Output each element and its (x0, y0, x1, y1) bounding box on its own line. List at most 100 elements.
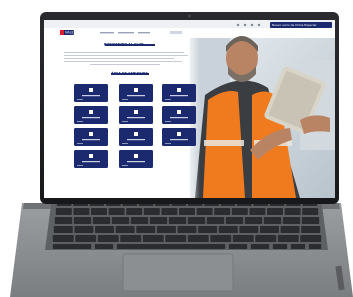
tile-label-line (127, 95, 145, 97)
key[interactable] (198, 226, 218, 233)
key[interactable] (52, 244, 92, 249)
key[interactable] (130, 217, 149, 224)
key[interactable] (142, 235, 164, 242)
tile-label-line (127, 161, 145, 163)
key[interactable] (300, 235, 322, 242)
key[interactable] (52, 235, 74, 242)
key[interactable] (179, 208, 195, 215)
key[interactable] (210, 235, 232, 242)
key[interactable] (187, 235, 209, 242)
tile-meta-line (122, 165, 128, 166)
key[interactable] (301, 217, 320, 224)
key[interactable] (250, 244, 270, 249)
header-button-label[interactable]: Nuevo socio de Clima Especial (272, 23, 316, 27)
tools-icon (89, 110, 93, 114)
key[interactable] (249, 208, 266, 215)
key[interactable] (156, 226, 176, 233)
tile-label-line (127, 117, 145, 119)
key[interactable] (75, 235, 97, 242)
key[interactable] (302, 208, 319, 215)
people-icon (89, 88, 93, 92)
key[interactable] (231, 208, 248, 215)
tile-meta-line (77, 121, 83, 122)
key[interactable] (111, 217, 130, 224)
key[interactable] (161, 208, 178, 215)
key[interactable] (214, 208, 231, 215)
key[interactable] (196, 208, 213, 215)
tile-label-line (82, 95, 100, 97)
key[interactable] (187, 217, 206, 224)
tile-label-line (170, 95, 188, 97)
key[interactable] (206, 217, 225, 224)
key[interactable] (267, 208, 283, 215)
key[interactable] (115, 226, 135, 233)
laptop-scene (10, 12, 353, 297)
tile-meta-line (77, 99, 83, 100)
key[interactable] (92, 217, 111, 224)
tile-label-line (170, 139, 188, 141)
chart-icon (177, 110, 181, 114)
key[interactable] (91, 208, 107, 215)
key[interactable] (255, 235, 277, 242)
key[interactable] (97, 235, 119, 242)
key[interactable] (177, 226, 197, 233)
tile-label-line (82, 117, 100, 119)
tile-meta-line (77, 165, 83, 166)
key[interactable] (143, 208, 160, 215)
key[interactable] (53, 226, 73, 233)
space-key[interactable] (116, 244, 226, 249)
tile-meta-line (77, 143, 83, 144)
key[interactable] (259, 226, 279, 233)
key[interactable] (284, 208, 301, 215)
key[interactable] (136, 226, 156, 233)
key[interactable] (168, 217, 187, 224)
key[interactable] (228, 244, 248, 249)
tile-meta-line (165, 143, 171, 144)
tile-meta-line (122, 99, 128, 100)
key[interactable] (244, 217, 263, 224)
route-icon (134, 132, 138, 136)
key[interactable] (263, 217, 282, 224)
key[interactable] (73, 208, 90, 215)
key[interactable] (54, 217, 73, 224)
key[interactable] (308, 244, 322, 249)
key[interactable] (290, 244, 306, 249)
key[interactable] (94, 244, 114, 249)
tile-label-line (82, 161, 100, 163)
webcam (188, 14, 191, 18)
services-heading-text: ÁREA DE SERVICIOS (111, 71, 148, 75)
key[interactable] (282, 217, 301, 224)
tile-meta-line (165, 121, 171, 122)
key[interactable] (225, 217, 244, 224)
key[interactable] (74, 226, 94, 233)
key[interactable] (149, 217, 168, 224)
key[interactable] (120, 235, 142, 242)
welcome-heading: BIENVENIDO AL CLUB (104, 42, 144, 46)
tile-meta-line (122, 121, 128, 122)
key[interactable] (232, 235, 254, 242)
site-header (44, 28, 335, 38)
shield-icon (177, 132, 181, 136)
box-icon (134, 110, 138, 114)
key[interactable] (126, 208, 143, 215)
key[interactable] (108, 208, 125, 215)
tile-meta-line (122, 143, 128, 144)
key[interactable] (73, 217, 92, 224)
key[interactable] (239, 226, 259, 233)
key[interactable] (277, 235, 299, 242)
key[interactable] (165, 235, 187, 242)
tile-label-line (170, 117, 188, 119)
key[interactable] (95, 226, 115, 233)
key[interactable] (272, 244, 288, 249)
document-icon (134, 88, 138, 92)
key[interactable] (55, 208, 72, 215)
site-logo-text[interactable]: VALE (65, 30, 74, 35)
tile-meta-line (165, 99, 171, 100)
key[interactable] (280, 226, 300, 233)
truck-icon (89, 132, 93, 136)
screen (44, 20, 335, 198)
key[interactable] (301, 226, 321, 233)
key[interactable] (218, 226, 238, 233)
tile-label-line (82, 139, 100, 141)
plus-icon (89, 154, 93, 158)
